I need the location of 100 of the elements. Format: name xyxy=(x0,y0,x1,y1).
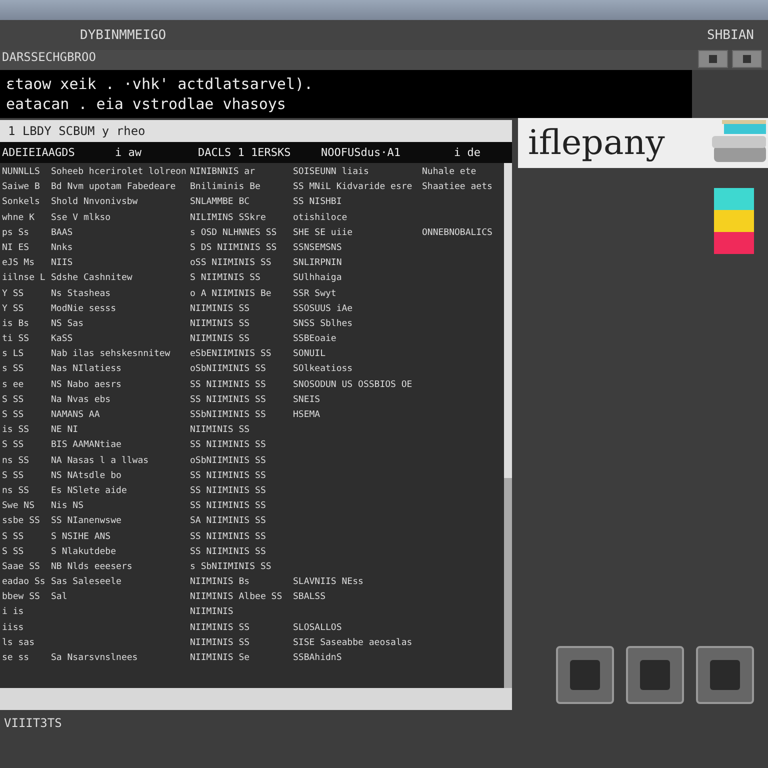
table-cell-text: S SS xyxy=(2,394,25,407)
table-cell-text: S SS xyxy=(2,546,25,559)
table-cell-text: ps Ss xyxy=(2,226,30,240)
table-cell-text: SUlhhaiga xyxy=(293,272,343,286)
table-cell-text: SSbNIIMINIS SS xyxy=(190,409,267,422)
table-cell-text: SNSS Sblhes xyxy=(293,318,354,331)
list-window-title: 1 LBDY SCBUM y rheo xyxy=(0,120,512,142)
table-cell-text: SS NIIMINIS SS xyxy=(190,378,267,392)
table-cell-text: whne K xyxy=(2,212,36,225)
table-cell-text: NE NI xyxy=(51,424,80,438)
table-cell-text: SSNSEMSNS xyxy=(293,242,343,255)
table-cell-text: eadao Ss xyxy=(2,576,46,590)
table-cell-text: Bd Nvm upotam Fabedeare xyxy=(51,181,177,194)
square-button[interactable] xyxy=(626,646,684,704)
table-cell-text: NILIMINS SSkre xyxy=(190,212,267,225)
table-cell-text: SSOSUUS iAe xyxy=(293,302,354,316)
color-swatch[interactable] xyxy=(714,232,754,254)
table-cell-text: ModNie sesss xyxy=(51,302,118,316)
table-cell-text: Sas Saleseele xyxy=(51,576,122,590)
toolbar-button[interactable] xyxy=(698,50,728,68)
table-cell-text: SS NIIMINIS SS xyxy=(190,394,267,407)
header-label: SHBIAN xyxy=(707,28,754,42)
table-cell-text: eJS Ms xyxy=(2,257,36,270)
table-cell-text: SOISEUNN liais xyxy=(293,166,370,179)
logo-text: iflepany xyxy=(527,123,665,163)
table-cell-text: ns SS xyxy=(2,484,30,498)
table-cell-text: i is xyxy=(2,606,25,620)
table-cell-text: SSBAhidnS xyxy=(293,652,343,665)
scrollbar[interactable] xyxy=(504,163,512,688)
table-cell-text: HSEMA xyxy=(293,409,322,422)
table-cell-text: NUNNLLS xyxy=(2,166,41,179)
column-header[interactable]: i de xyxy=(454,146,494,159)
square-button[interactable] xyxy=(556,646,614,704)
table-cell-text: S SS xyxy=(2,439,25,452)
table-cell-text: S SS xyxy=(2,409,25,422)
table-cell-text: Nab ilas sehskesnnitew xyxy=(51,348,172,362)
table-cell-text: NINIBNNIS ar xyxy=(190,166,256,179)
table-cell-text: SNOSODUN US OSSBIOS OE xyxy=(293,378,414,392)
column-header[interactable]: NOOFUSdus·A1 xyxy=(321,146,451,159)
color-swatch[interactable] xyxy=(714,210,754,232)
table-cell-text: Saiwe B xyxy=(2,181,41,194)
table-cell-text: SS NIIMINIS SS xyxy=(190,500,267,514)
table-cell-text: oSbNIIMINIS SS xyxy=(190,363,267,376)
table-cell-text: Na Nvas ebs xyxy=(51,394,112,407)
table-cell-text: S SS xyxy=(2,530,25,544)
table-cell-text: NI ES xyxy=(2,242,30,255)
table-cell-text: Sonkels xyxy=(2,196,41,210)
table-cell-text: Sal xyxy=(51,591,68,604)
table-cell-text: SNLIRPNIN xyxy=(293,257,343,270)
column-header[interactable]: ADEIEIAAGDS xyxy=(2,146,112,159)
table-cell-text: NAMANS AA xyxy=(51,409,101,422)
table-cell-text: SSBEoaie xyxy=(293,333,338,346)
table-cell-text: NIIMINIS Albee SS xyxy=(190,591,284,604)
table-cell-text: S DS NIIMINIS SS xyxy=(190,242,278,255)
color-swatch[interactable] xyxy=(714,188,754,210)
table-cell-text: s LS xyxy=(2,348,25,362)
table-cell-text: otishiloce xyxy=(293,212,348,225)
table-cell-text: S NSIHE ANS xyxy=(51,530,112,544)
table-cell-text: o A NIIMINIS Be xyxy=(190,288,272,300)
column-header[interactable]: DACLS 1 1ERSKS xyxy=(198,146,318,159)
toolbar-label: DARSSECHGBROO xyxy=(1,50,96,66)
table-cell-text: SS MNiL Kidvaride esre xyxy=(293,181,414,194)
toolbar-button[interactable] xyxy=(732,50,762,68)
table-cell-text: SS NIIMINIS SS xyxy=(190,546,267,559)
table-cell-text: NS Nabo aesrs xyxy=(51,378,122,392)
table-cell-text: KaSS xyxy=(51,333,74,346)
table-cell-text: s SbNIIMINIS SS xyxy=(190,560,272,574)
table-cell-text: NA Nasas l a llwas xyxy=(51,454,150,468)
table-cell-text: Shaatiee aets xyxy=(422,181,494,194)
column-header[interactable]: i aw xyxy=(115,146,195,159)
table-cell-text: iiss xyxy=(2,622,25,635)
table-cell-text: Soheeb hcerirolet lolreon xyxy=(51,166,187,179)
table-cell-text: ti SS xyxy=(2,333,30,346)
table-cell-text: NIIMINIS SS xyxy=(190,636,251,650)
table-cell-text: Nnks xyxy=(51,242,74,255)
table-cell-text: SOlkeatioss xyxy=(293,363,354,376)
table-cell-text: Nas NIlatiess xyxy=(51,363,122,376)
table-cell-text: oSS NIIMINIS SS xyxy=(190,257,272,270)
table-cell-text: se ss xyxy=(2,652,30,665)
table-cell-text: s OSD NLHNNES SS xyxy=(190,226,278,240)
table-cell-text: NIIMINIS Se xyxy=(190,652,251,665)
table-cell-text: SS NIIMINIS SS xyxy=(190,530,267,544)
table-cell-text: S NIIMINIS SS xyxy=(190,272,262,286)
table-cell-text: NIIMINIS Bs xyxy=(190,576,251,590)
table-cell-text: Swe NS xyxy=(2,500,36,514)
table-cell-text: SNEIS xyxy=(293,394,322,407)
table-cell-text: Nuhale ete xyxy=(422,166,478,179)
table-cell-text: NS NAtsdle bo xyxy=(51,470,122,483)
table-cell-text: SS NIIMINIS SS xyxy=(190,470,267,483)
table-cell-text: SS NIanenwswe xyxy=(51,515,122,528)
square-button[interactable] xyxy=(696,646,754,704)
table-cell-text: NB Nlds eeesers xyxy=(51,560,134,574)
table-cell-text: Sse V mlkso xyxy=(51,212,112,225)
table-cell-text: ssbe SS xyxy=(2,515,41,528)
window-title: DYBINMMEIGO xyxy=(80,28,166,42)
table-cell-text: SNLAMMBE BC xyxy=(190,196,251,210)
table-cell-text: SS NISHBI xyxy=(293,196,343,210)
table-cell-text: is SS xyxy=(2,424,30,438)
table-cell-text: bbew SS xyxy=(2,591,41,604)
table-cell-text: Nis NS xyxy=(51,500,85,514)
